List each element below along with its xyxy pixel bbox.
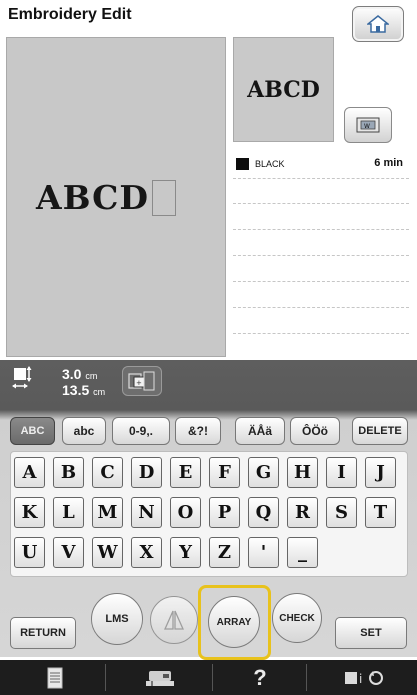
- key-k[interactable]: K: [14, 497, 45, 528]
- list-divider: [233, 178, 409, 179]
- sewing-machine-icon: [146, 670, 174, 686]
- key-l[interactable]: L: [53, 497, 84, 528]
- tab-accented-a[interactable]: ÄÅä: [235, 417, 285, 445]
- home-icon: [367, 15, 389, 33]
- size-icon: [12, 366, 32, 389]
- size-readout: 3.0 cm 13.5 cm: [62, 367, 105, 399]
- array-highlight: [198, 585, 271, 660]
- key-v[interactable]: V: [53, 537, 84, 568]
- height-unit: cm: [93, 387, 106, 397]
- arrangement-icon: +: [128, 371, 155, 391]
- list-divider: [233, 203, 409, 204]
- tab-uppercase[interactable]: ABC: [10, 417, 55, 445]
- key-w[interactable]: W: [92, 537, 123, 568]
- list-divider: [233, 333, 409, 334]
- settings-icon: i: [345, 670, 383, 686]
- color-name: BLACK: [255, 159, 285, 169]
- key-p[interactable]: P: [209, 497, 240, 528]
- settings-button[interactable]: i: [325, 662, 405, 693]
- key-e[interactable]: E: [170, 457, 201, 488]
- key-y[interactable]: Y: [170, 537, 201, 568]
- list-divider: [233, 281, 409, 282]
- key-apostrophe[interactable]: ': [248, 537, 279, 568]
- bar-separator: [212, 664, 213, 691]
- list-divider: [233, 229, 409, 230]
- tab-accented-o[interactable]: ÔÖö: [290, 417, 340, 445]
- key-o[interactable]: O: [170, 497, 201, 528]
- delete-button[interactable]: DELETE: [352, 417, 408, 445]
- thread-color-row: BLACK 6 min: [233, 156, 409, 174]
- page-icon: [47, 667, 63, 688]
- key-s[interactable]: S: [326, 497, 357, 528]
- page-button[interactable]: [20, 662, 90, 693]
- sew-time: 6 min: [374, 157, 403, 169]
- help-button[interactable]: ?: [225, 662, 295, 693]
- mirror-icon: [163, 610, 185, 630]
- return-button[interactable]: RETURN: [10, 617, 76, 649]
- machine-button[interactable]: [120, 662, 200, 693]
- key-m[interactable]: M: [92, 497, 123, 528]
- check-button[interactable]: CHECK: [272, 593, 322, 643]
- pattern-thumbnail: ABCD: [233, 37, 334, 142]
- color-swatch: [236, 158, 249, 170]
- magnify-view-icon: W: [356, 117, 380, 133]
- list-divider: [233, 255, 409, 256]
- lms-button[interactable]: LMS: [91, 593, 143, 645]
- key-j[interactable]: J: [365, 457, 396, 488]
- key-i[interactable]: I: [326, 457, 357, 488]
- home-button[interactable]: [352, 6, 404, 42]
- key-t[interactable]: T: [365, 497, 396, 528]
- tab-numbers[interactable]: 0-9,.: [112, 417, 170, 445]
- key-a[interactable]: A: [14, 457, 45, 488]
- key-c[interactable]: C: [92, 457, 123, 488]
- key-space[interactable]: _: [287, 537, 318, 568]
- svg-text:W: W: [364, 123, 370, 130]
- width-unit: cm: [85, 371, 98, 381]
- key-x[interactable]: X: [131, 537, 162, 568]
- key-d[interactable]: D: [131, 457, 162, 488]
- help-icon: ?: [253, 664, 267, 690]
- height-value: 13.5: [62, 382, 90, 398]
- key-h[interactable]: H: [287, 457, 318, 488]
- key-b[interactable]: B: [53, 457, 84, 488]
- tab-symbols[interactable]: &?!: [175, 417, 221, 445]
- page-title: Embroidery Edit: [8, 6, 132, 23]
- mirror-button[interactable]: [150, 596, 198, 644]
- magnify-view-button[interactable]: W: [344, 107, 392, 143]
- bar-separator: [306, 664, 307, 691]
- list-divider: [233, 307, 409, 308]
- cursor-frame: [152, 180, 176, 216]
- key-g[interactable]: G: [248, 457, 279, 488]
- tab-lowercase[interactable]: abc: [62, 417, 106, 445]
- set-button[interactable]: SET: [335, 617, 407, 649]
- key-u[interactable]: U: [14, 537, 45, 568]
- thumbnail-text: ABCD: [247, 76, 320, 103]
- key-f[interactable]: F: [209, 457, 240, 488]
- arrangement-button[interactable]: +: [122, 366, 162, 396]
- width-value: 3.0: [62, 366, 82, 382]
- svg-text:+: +: [136, 379, 142, 387]
- key-r[interactable]: R: [287, 497, 318, 528]
- key-n[interactable]: N: [131, 497, 162, 528]
- preview-pattern-text: ABCD: [36, 178, 149, 217]
- svg-text:i: i: [359, 672, 362, 686]
- key-z[interactable]: Z: [209, 537, 240, 568]
- bar-separator: [105, 664, 106, 691]
- key-q[interactable]: Q: [248, 497, 279, 528]
